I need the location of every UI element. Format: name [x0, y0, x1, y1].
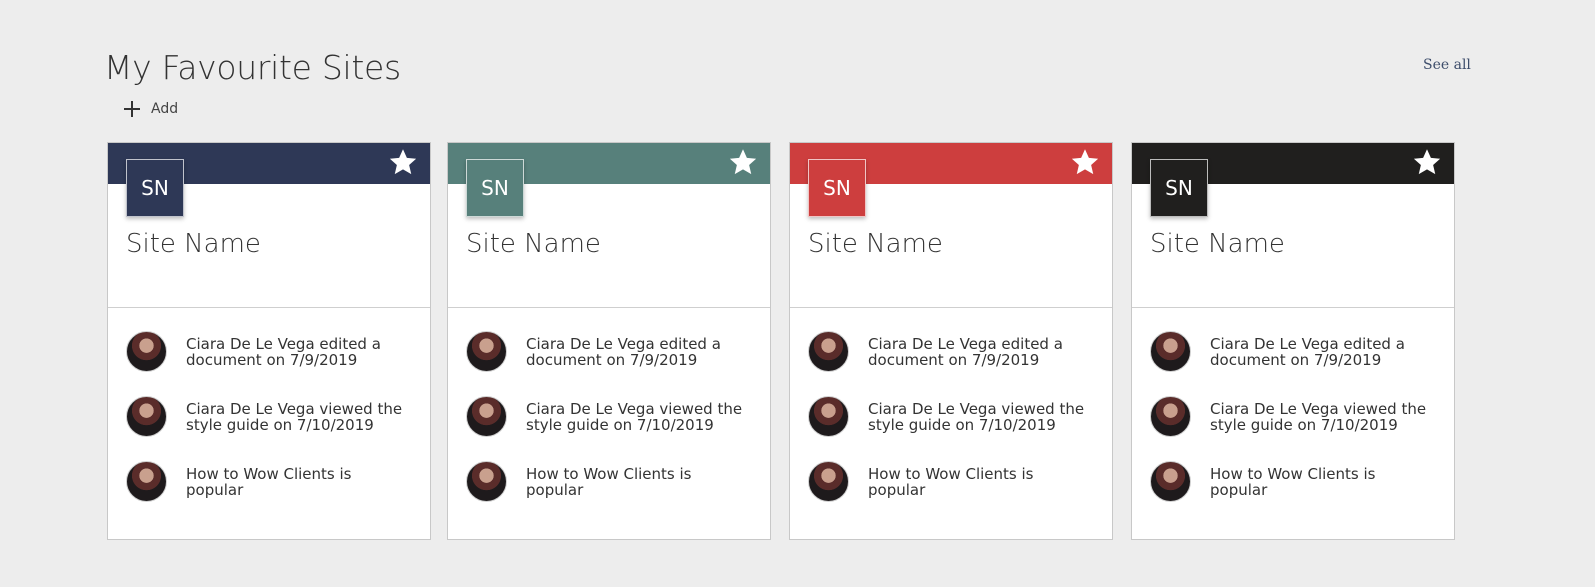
card-header: SN	[790, 143, 1112, 217]
activity-text: Ciara De Le Vega viewed the style guide …	[1210, 399, 1427, 434]
avatar	[808, 396, 849, 437]
divider	[1132, 307, 1454, 308]
divider	[108, 307, 430, 308]
avatar	[126, 396, 167, 437]
site-name[interactable]: Site Name	[466, 227, 601, 261]
avatar	[466, 331, 507, 372]
activity-item[interactable]: How to Wow Clients is popular	[126, 461, 416, 502]
site-card[interactable]: SN Site Name Ciara De Le Vega edited a d…	[447, 142, 771, 540]
site-logo: SN	[466, 159, 524, 217]
site-name[interactable]: Site Name	[126, 227, 261, 261]
activity-item[interactable]: Ciara De Le Vega viewed the style guide …	[1150, 396, 1440, 437]
avatar	[1150, 331, 1191, 372]
site-card[interactable]: SN Site Name Ciara De Le Vega edited a d…	[789, 142, 1113, 540]
site-logo: SN	[1150, 159, 1208, 217]
activity-item[interactable]: How to Wow Clients is popular	[808, 461, 1098, 502]
add-button[interactable]: Add	[124, 101, 178, 117]
card-header: SN	[108, 143, 430, 217]
activity-text: Ciara De Le Vega viewed the style guide …	[526, 399, 743, 434]
star-icon[interactable]	[1070, 147, 1100, 177]
activity-text: How to Wow Clients is popular	[868, 464, 1034, 499]
activity-item[interactable]: How to Wow Clients is popular	[466, 461, 756, 502]
site-card[interactable]: SN Site Name Ciara De Le Vega edited a d…	[107, 142, 431, 540]
avatar	[126, 461, 167, 502]
add-label: Add	[151, 101, 179, 117]
avatar	[466, 396, 507, 437]
activity-item[interactable]: Ciara De Le Vega edited a document on 7/…	[1150, 331, 1440, 372]
star-icon[interactable]	[728, 147, 758, 177]
see-all-link[interactable]: See all	[1423, 56, 1471, 74]
site-logo: SN	[126, 159, 184, 217]
activity-item[interactable]: Ciara De Le Vega edited a document on 7/…	[126, 331, 416, 372]
activity-text: Ciara De Le Vega edited a document on 7/…	[186, 334, 381, 369]
activity-text: Ciara De Le Vega viewed the style guide …	[186, 399, 403, 434]
avatar	[466, 461, 507, 502]
star-icon[interactable]	[1412, 147, 1442, 177]
divider	[448, 307, 770, 308]
divider	[790, 307, 1112, 308]
avatar	[1150, 396, 1191, 437]
avatar	[1150, 461, 1191, 502]
activity-text: How to Wow Clients is popular	[1210, 464, 1376, 499]
star-icon[interactable]	[388, 147, 418, 177]
activity-item[interactable]: Ciara De Le Vega edited a document on 7/…	[466, 331, 756, 372]
avatar	[808, 461, 849, 502]
plus-icon	[124, 101, 140, 117]
activity-text: Ciara De Le Vega edited a document on 7/…	[868, 334, 1063, 369]
site-name[interactable]: Site Name	[808, 227, 943, 261]
activity-text: Ciara De Le Vega viewed the style guide …	[868, 399, 1085, 434]
activity-item[interactable]: Ciara De Le Vega viewed the style guide …	[808, 396, 1098, 437]
avatar	[808, 331, 849, 372]
avatar	[126, 331, 167, 372]
site-name[interactable]: Site Name	[1150, 227, 1285, 261]
site-card[interactable]: SN Site Name Ciara De Le Vega edited a d…	[1131, 142, 1455, 540]
activity-text: Ciara De Le Vega edited a document on 7/…	[1210, 334, 1405, 369]
page-title: My Favourite Sites	[104, 48, 401, 87]
activity-text: How to Wow Clients is popular	[526, 464, 692, 499]
activity-item[interactable]: Ciara De Le Vega viewed the style guide …	[466, 396, 756, 437]
activity-item[interactable]: Ciara De Le Vega edited a document on 7/…	[808, 331, 1098, 372]
card-header: SN	[448, 143, 770, 217]
activity-text: Ciara De Le Vega edited a document on 7/…	[526, 334, 721, 369]
activity-text: How to Wow Clients is popular	[186, 464, 352, 499]
activity-item[interactable]: How to Wow Clients is popular	[1150, 461, 1440, 502]
card-header: SN	[1132, 143, 1454, 217]
activity-item[interactable]: Ciara De Le Vega viewed the style guide …	[126, 396, 416, 437]
site-logo: SN	[808, 159, 866, 217]
